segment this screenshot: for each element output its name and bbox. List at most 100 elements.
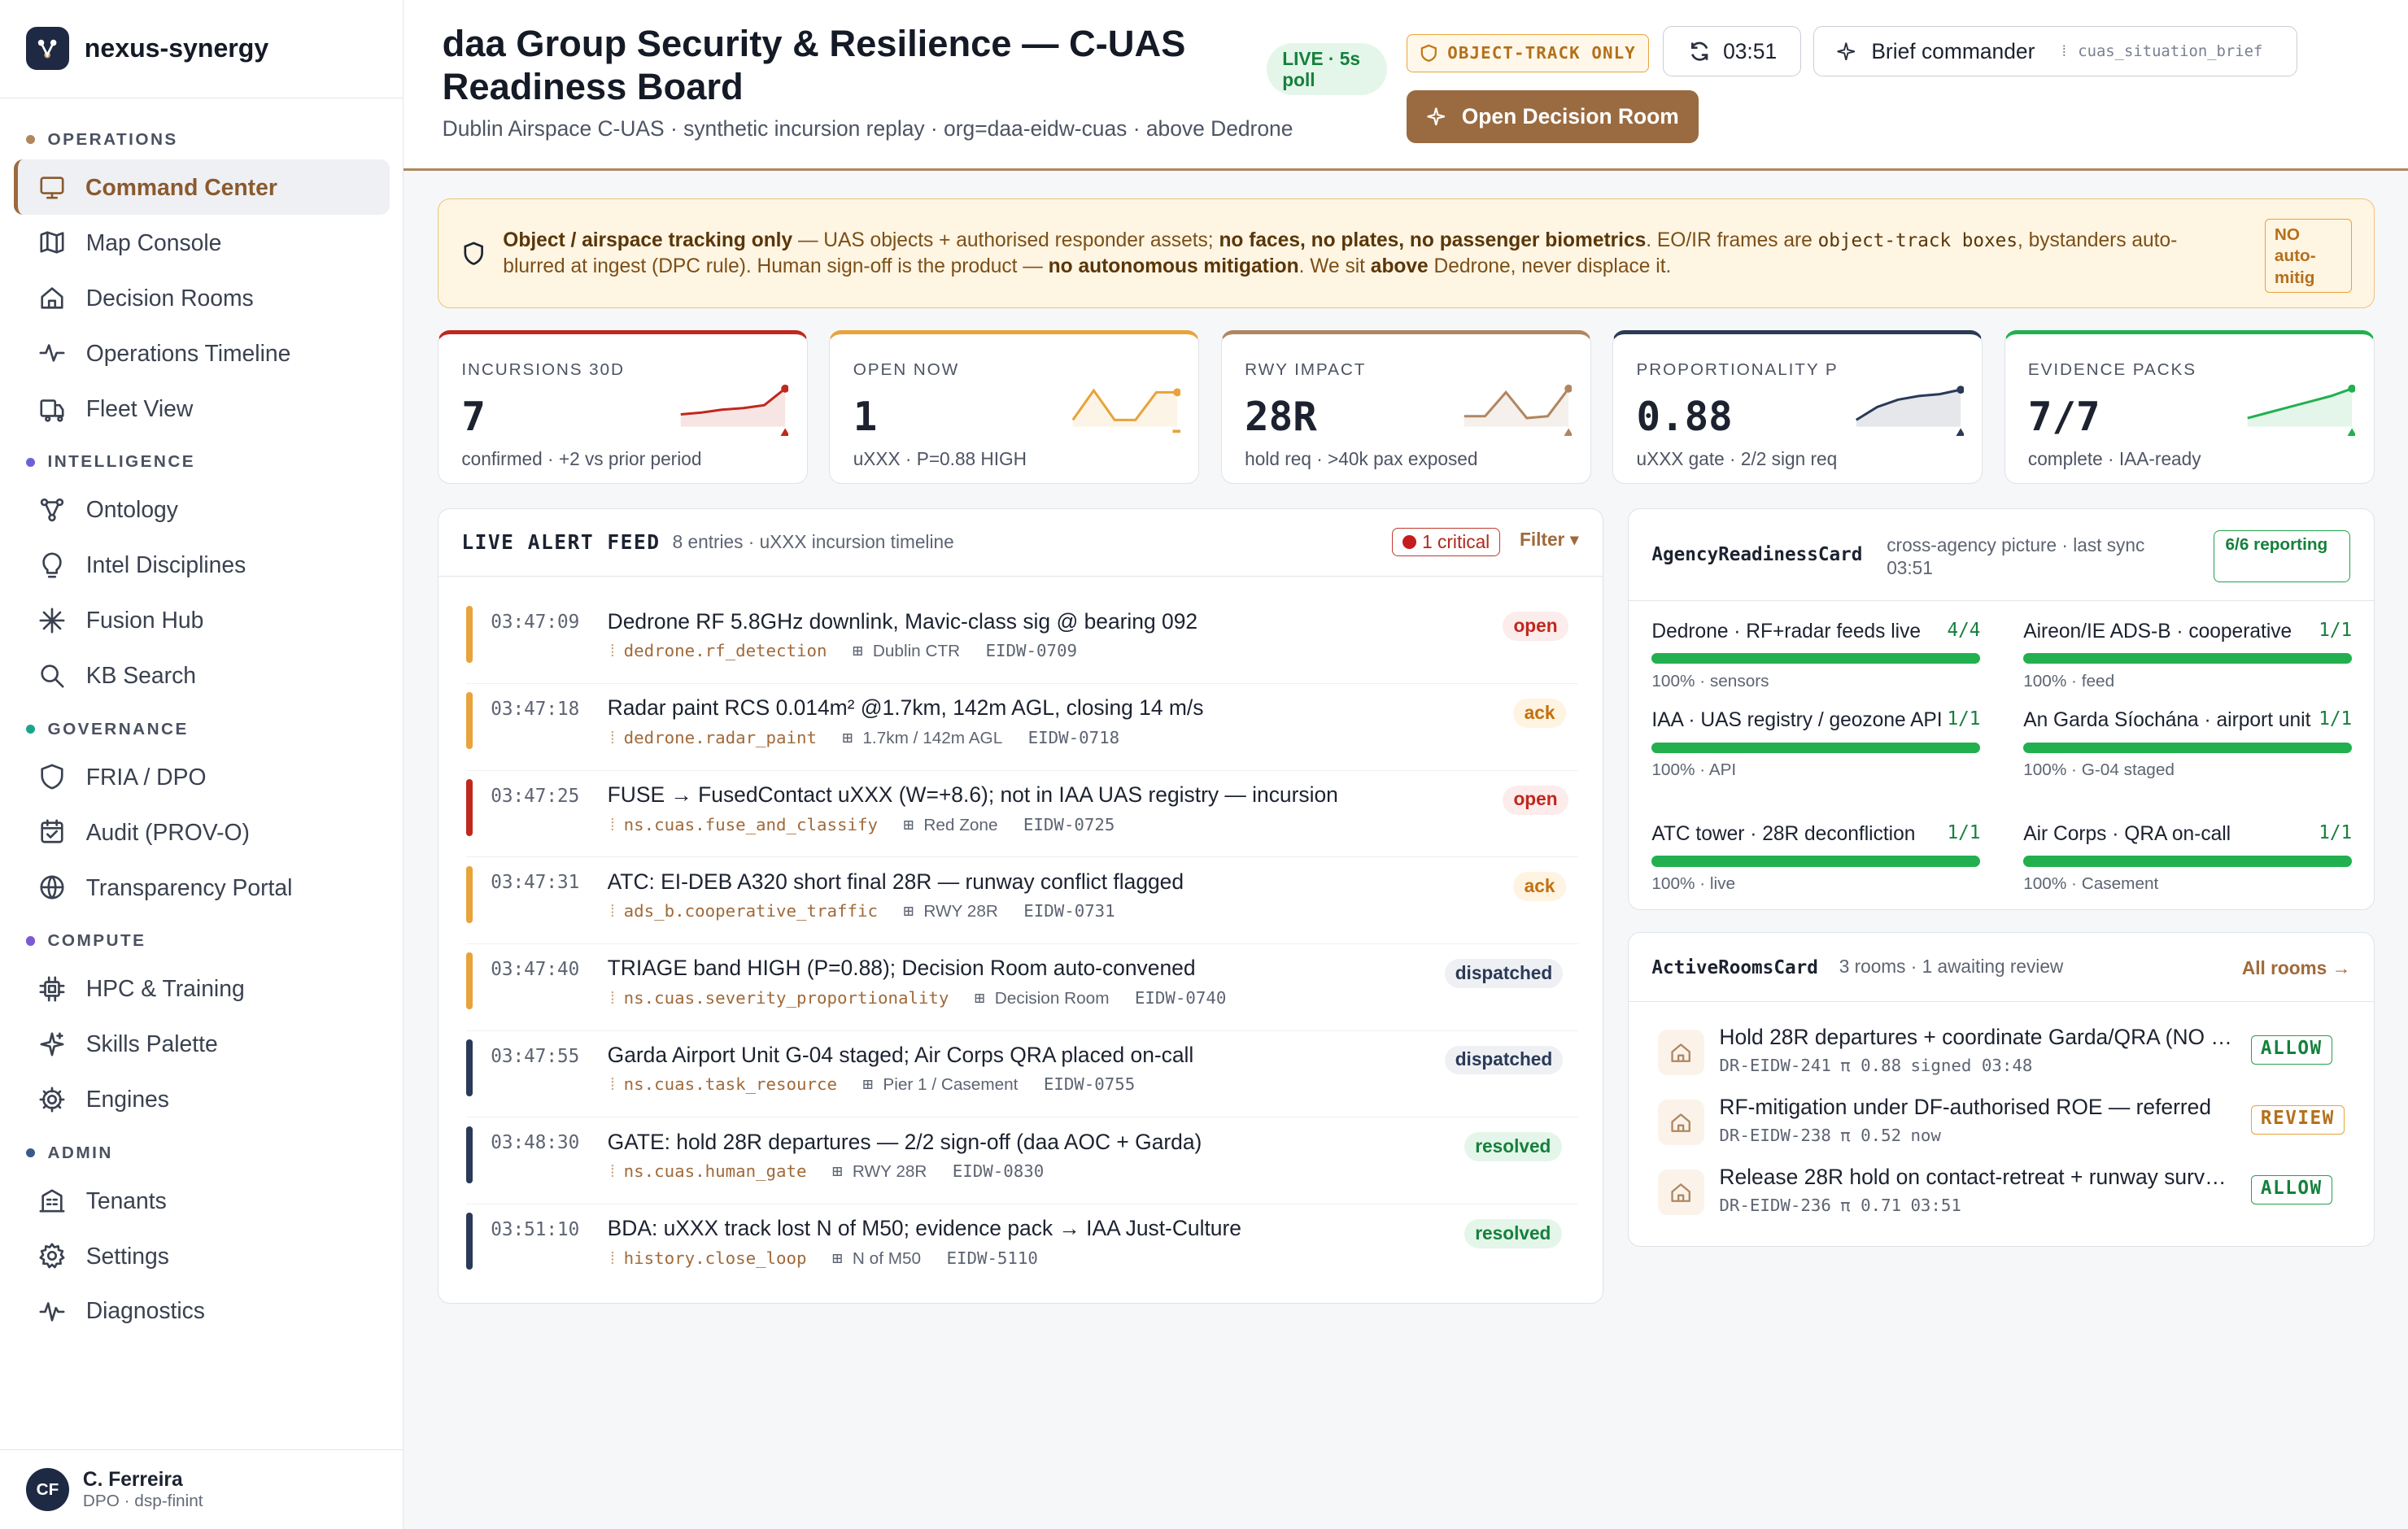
sidebar-item-settings[interactable]: Settings xyxy=(14,1228,390,1283)
trend-flat-marker xyxy=(1172,429,1180,433)
sidebar-item-decision-rooms[interactable]: Decision Rooms xyxy=(14,270,390,325)
sidebar-item-command-center[interactable]: Command Center xyxy=(13,159,390,216)
kpi-card-proportionality-p[interactable]: PROPORTIONALITY P 0.88 uXXX gate · 2/2 s… xyxy=(1612,329,1983,484)
avatar: CF xyxy=(26,1468,69,1512)
brand-logo-icon xyxy=(26,27,69,71)
room-item[interactable]: Release 28R hold on contact-retreat + ru… xyxy=(1657,1164,2349,1229)
alert-row[interactable]: 03:47:25 FUSE → FusedContact uXXX (W=+8.… xyxy=(465,772,1578,858)
alert-row[interactable]: 03:51:10 BDA: uXXX track lost N of M50; … xyxy=(465,1205,1578,1292)
agency-item: An Garda Síochána · airport unit 1/1 100… xyxy=(2023,708,2353,780)
room-icon xyxy=(1657,1029,1704,1076)
sidebar-item-skills-palette[interactable]: Skills Palette xyxy=(14,1017,390,1072)
sidebar-item-hpc-training[interactable]: HPC & Training xyxy=(14,961,390,1017)
alert-source[interactable]: ads_b.cooperative_traffic xyxy=(624,901,878,921)
alert-source[interactable]: dedrone.radar_paint xyxy=(624,728,817,747)
alert-text: ATC: EI-DEB A320 short final 28R — runwa… xyxy=(607,869,1184,894)
agency-readiness-fill xyxy=(1651,742,1981,753)
sidebar-item-label: Settings xyxy=(85,1242,169,1269)
sidebar-item-label: Fleet View xyxy=(85,394,194,421)
alert-location: RWY 28R xyxy=(923,902,998,921)
sidebar-item-intel-disciplines[interactable]: Intel Disciplines xyxy=(14,538,390,593)
brief-commander-button[interactable]: Brief commander ⁞ cuas_situation_brief xyxy=(1813,26,2298,77)
alert-location: Red Zone xyxy=(923,815,998,834)
kpi-card-open-now[interactable]: OPEN NOW 1 uXXX · P=0.88 HIGH xyxy=(829,329,1200,484)
severity-bar xyxy=(465,952,473,1010)
critical-count-badge[interactable]: 1 critical xyxy=(1392,527,1500,557)
room-meta: DR-EIDW-238 π 0.52 now xyxy=(1719,1126,1950,1145)
agency-foot: 100% · API xyxy=(1651,760,1737,780)
alert-row[interactable]: 03:47:31 ATC: EI-DEB A320 short final 28… xyxy=(465,858,1578,945)
room-title: Release 28R hold on contact-retreat + ru… xyxy=(1719,1164,2236,1189)
privacy-banner: Object / airspace tracking only — UAS ob… xyxy=(438,198,2375,309)
alert-row[interactable]: 03:48:30 GATE: hold 28R departures — 2/2… xyxy=(465,1118,1578,1205)
kpi-value: 7/7 xyxy=(2027,392,2100,440)
sidebar-item-label: Diagnostics xyxy=(85,1297,205,1324)
room-id: DR-EIDW-236 xyxy=(1719,1195,1831,1215)
section-dot-icon xyxy=(26,135,36,145)
sidebar-item-audit-prov-o[interactable]: Audit (PROV-O) xyxy=(14,804,390,860)
alert-row[interactable]: 03:47:40 TRIAGE band HIGH (P=0.88); Deci… xyxy=(465,945,1578,1031)
sidebar-item-map-console[interactable]: Map Console xyxy=(14,215,390,270)
sidebar-item-label: Command Center xyxy=(85,173,277,200)
severity-bar xyxy=(465,692,473,750)
agency-readiness-bar xyxy=(1651,653,1981,664)
agency-item: ATC tower · 28R deconfliction 1/1 100% ·… xyxy=(1651,822,1981,894)
alert-source[interactable]: ns.cuas.fuse_and_classify xyxy=(624,815,878,834)
alert-meta: ⁞ dedrone.radar_paint ⊞ 1.7km / 142m AGL … xyxy=(608,728,1119,749)
kpi-card-incursions-30d[interactable]: INCURSIONS 30D 7 confirmed · +2 vs prior… xyxy=(438,329,808,484)
alert-source[interactable]: dedrone.rf_detection xyxy=(624,641,827,660)
room-when: now xyxy=(1910,1125,1941,1145)
alert-source[interactable]: ns.cuas.task_resource xyxy=(624,1074,837,1094)
kpi-card-rwy-impact[interactable]: RWY IMPACT 28R hold req · >40k pax expos… xyxy=(1220,329,1591,484)
kpi-card-evidence-packs[interactable]: EVIDENCE PACKS 7/7 complete · IAA-ready xyxy=(2004,329,2375,484)
filter-dropdown[interactable]: Filter ▾ xyxy=(1520,529,1579,551)
agency-readiness-fill xyxy=(2023,653,2353,664)
sidebar-item-ontology[interactable]: Ontology xyxy=(14,482,390,538)
banner-bold-1: no faces, no plates, no passenger biomet… xyxy=(1219,229,1647,252)
alert-location: N of M50 xyxy=(852,1248,922,1268)
brand[interactable]: nexus-synergy xyxy=(0,0,404,98)
location-icon: ⊞ xyxy=(831,1248,843,1268)
sidebar-item-diagnostics[interactable]: Diagnostics xyxy=(14,1283,390,1339)
sidebar-item-fusion-hub[interactable]: Fusion Hub xyxy=(14,593,390,648)
kpi-sparkline xyxy=(1464,384,1573,436)
tenants-icon xyxy=(39,1189,65,1213)
object-track-label: OBJECT-TRACK ONLY xyxy=(1447,43,1636,63)
sidebar-item-operations-timeline[interactable]: Operations Timeline xyxy=(14,325,390,381)
sidebar-item-fleet-view[interactable]: Fleet View xyxy=(14,381,390,436)
alert-row[interactable]: 03:47:18 Radar paint RCS 0.014m² @1.7km,… xyxy=(465,685,1578,771)
trend-up-marker xyxy=(2347,428,2355,436)
sidebar-item-label: Tenants xyxy=(85,1187,167,1213)
user-profile[interactable]: CF C. Ferreira DPO · dsp-finint xyxy=(0,1449,403,1529)
all-rooms-link[interactable]: All rooms → xyxy=(2242,957,2350,979)
rooms-card-subtitle: 3 rooms · 1 awaiting review xyxy=(1839,956,2064,978)
alert-row[interactable]: 03:47:55 Garda Airport Unit G-04 staged;… xyxy=(465,1032,1578,1118)
skill-icon: ⁞ xyxy=(607,641,618,661)
sidebar-item-transparency-portal[interactable]: Transparency Portal xyxy=(14,860,390,915)
sidebar-item-fria-dpo[interactable]: FRIA / DPO xyxy=(14,749,390,804)
agency-foot: 100% · Casement xyxy=(2023,874,2159,894)
room-pi: π 0.52 xyxy=(1840,1125,1902,1145)
room-item[interactable]: RF-mitigation under DF-authorised ROE — … xyxy=(1657,1095,2349,1159)
nav-section-label: GOVERNANCE xyxy=(47,719,189,738)
nav-section-label: INTELLIGENCE xyxy=(47,452,196,472)
sidebar-item-kb-search[interactable]: KB Search xyxy=(14,648,390,704)
skills-palette-icon xyxy=(40,1032,64,1056)
location-icon: ⊞ xyxy=(831,1161,843,1182)
nav-section-intelligence: INTELLIGENCE xyxy=(0,442,403,482)
refresh-time-button[interactable]: 03:51 xyxy=(1663,26,1802,77)
sidebar-item-tenants[interactable]: Tenants xyxy=(14,1173,390,1228)
agency-foot: 100% · sensors xyxy=(1651,671,1769,690)
alert-source[interactable]: ns.cuas.human_gate xyxy=(624,1161,807,1181)
open-decision-room-button[interactable]: Open Decision Room xyxy=(1407,90,1699,143)
alert-source[interactable]: ns.cuas.severity_proportionality xyxy=(624,988,949,1008)
object-track-chip: OBJECT-TRACK ONLY xyxy=(1407,33,1649,72)
alert-text: Dedrone RF 5.8GHz downlink, Mavic-class … xyxy=(607,608,1198,634)
alert-text: FUSE → FusedContact uXXX (W=+8.6); not i… xyxy=(607,782,1338,807)
room-item[interactable]: Hold 28R departures + coordinate Garda/Q… xyxy=(1657,1025,2349,1089)
alert-row[interactable]: 03:47:09 Dedrone RF 5.8GHz downlink, Mav… xyxy=(465,598,1578,685)
kpi-subtext: confirmed · +2 vs prior period xyxy=(461,447,702,469)
nav-section-governance: GOVERNANCE xyxy=(0,709,403,749)
alert-source[interactable]: history.close_loop xyxy=(624,1248,807,1268)
sidebar-item-engines[interactable]: Engines xyxy=(14,1072,390,1127)
